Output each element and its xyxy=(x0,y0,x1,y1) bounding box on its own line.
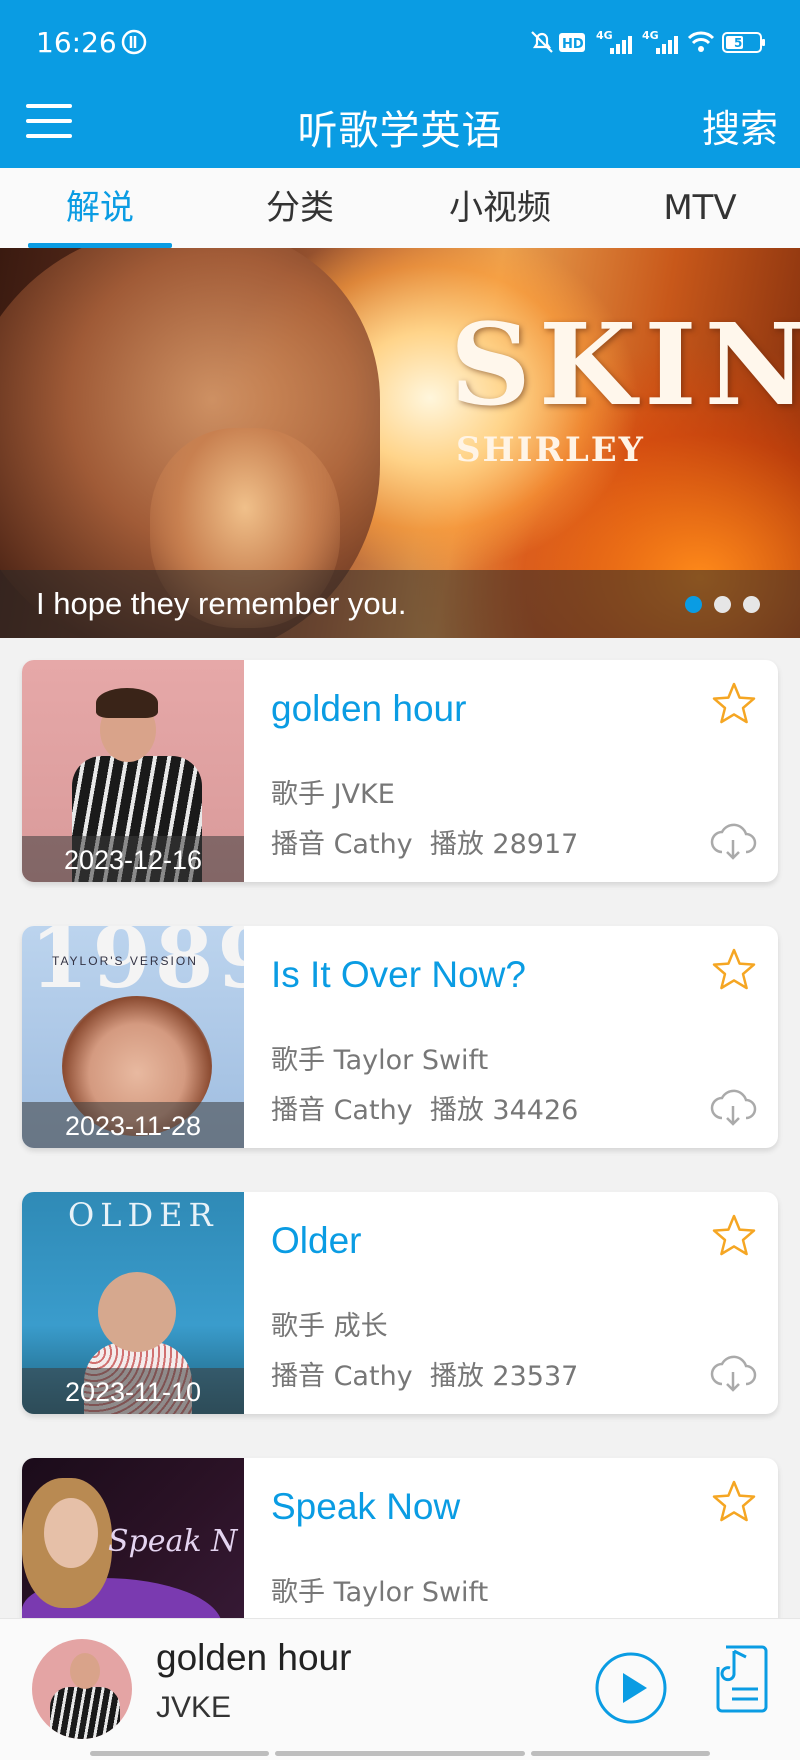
song-meta: 播音 Cathy 播放 28917 xyxy=(271,822,578,861)
search-button[interactable]: 搜索 xyxy=(702,98,778,153)
cloud-download-icon[interactable] xyxy=(708,1352,758,1394)
song-plays: 播放 34426 xyxy=(429,1095,579,1126)
song-meta: 播音 Cathy 播放 34426 xyxy=(271,1088,578,1127)
song-title: Older xyxy=(271,1220,362,1261)
svg-text:4G: 4G xyxy=(596,29,613,42)
carousel-dot-2[interactable] xyxy=(714,596,731,613)
song-card-older[interactable]: OLDER 2023-11-10 Older 歌手 成长 播音 Cathy 播放… xyxy=(22,1192,778,1414)
song-singer: 歌手 成长 xyxy=(271,1311,388,1342)
player-artist: JVKE xyxy=(156,1691,232,1724)
top-bar: 16:26 HD 4G 4G 51 听歌学英语 搜索 xyxy=(0,0,800,168)
svg-text:51: 51 xyxy=(734,36,751,50)
song-cover: OLDER 2023-11-10 xyxy=(22,1192,244,1414)
song-announcer: 播音 Cathy xyxy=(271,1095,413,1126)
song-announcer: 播音 Cathy xyxy=(271,1361,413,1392)
star-outline-icon[interactable] xyxy=(710,946,758,994)
tab-mtv[interactable]: MTV xyxy=(600,168,800,248)
signal-4g-icon-2: 4G xyxy=(642,29,678,54)
song-card-is-it-over-now[interactable]: 1989 TAYLOR'S VERSION 2023-11-28 Is It O… xyxy=(22,926,778,1148)
player-cover xyxy=(32,1639,132,1739)
song-singer: 歌手 JVKE xyxy=(271,779,395,810)
svg-text:4G: 4G xyxy=(642,29,659,42)
song-meta: 播音 Cathy 播放 23537 xyxy=(271,1354,578,1393)
carousel-indicator xyxy=(685,596,760,613)
song-plays: 播放 28917 xyxy=(429,829,579,860)
star-outline-icon[interactable] xyxy=(710,1212,758,1260)
app-bar: 听歌学英语 搜索 xyxy=(0,86,800,168)
song-title: Speak Now xyxy=(271,1486,461,1527)
carousel-dot-3[interactable] xyxy=(743,596,760,613)
banner-carousel[interactable]: SKIN SHIRLEY I hope they remember you. xyxy=(0,248,800,638)
cover-art-text: Speak N xyxy=(108,1524,238,1559)
svg-text:HD: HD xyxy=(562,37,584,52)
song-card-golden-hour[interactable]: 2023-12-16 golden hour 歌手 JVKE 播音 Cathy … xyxy=(22,660,778,882)
carousel-dot-1[interactable] xyxy=(685,596,702,613)
song-cover: 1989 TAYLOR'S VERSION 2023-11-28 xyxy=(22,926,244,1148)
song-date: 2023-11-28 xyxy=(22,1102,244,1148)
cover-art-subtext: TAYLOR'S VERSION xyxy=(52,954,198,968)
star-outline-icon[interactable] xyxy=(710,680,758,728)
mini-player[interactable]: golden hour JVKE xyxy=(0,1618,800,1760)
banner-caption-bar: I hope they remember you. xyxy=(0,570,800,638)
hd-voice-icon: HD xyxy=(559,33,585,52)
battery-icon: 51 xyxy=(722,32,765,53)
status-time: 16:26 xyxy=(36,26,117,59)
player-title: golden hour xyxy=(156,1637,352,1678)
song-date: 2023-12-16 xyxy=(22,836,244,882)
app-notification-icon xyxy=(121,29,147,55)
signal-4g-icon-1: 4G xyxy=(596,29,632,54)
cover-art-text: OLDER xyxy=(68,1196,219,1234)
banner-art-title: SKIN xyxy=(450,300,800,431)
song-cover: 2023-12-16 xyxy=(22,660,244,882)
play-icon[interactable] xyxy=(594,1651,668,1725)
playlist-icon[interactable] xyxy=(714,1643,770,1713)
star-outline-icon[interactable] xyxy=(710,1478,758,1526)
song-card-speak-now[interactable]: Speak N Speak Now 歌手 Taylor Swift xyxy=(22,1458,778,1618)
song-announcer: 播音 Cathy xyxy=(271,829,413,860)
tab-categories[interactable]: 分类 xyxy=(200,168,400,248)
banner-caption: I hope they remember you. xyxy=(36,586,407,621)
banner-art-subtitle: SHIRLEY xyxy=(456,430,645,470)
tab-commentary[interactable]: 解说 xyxy=(0,168,200,248)
song-date: 2023-11-10 xyxy=(22,1368,244,1414)
song-singer: 歌手 Taylor Swift xyxy=(271,1045,489,1076)
status-bar: 16:26 HD 4G 4G 51 xyxy=(0,0,800,86)
song-singer: 歌手 Taylor Swift xyxy=(271,1577,489,1608)
cloud-download-icon[interactable] xyxy=(708,1086,758,1128)
song-title: golden hour xyxy=(271,688,467,729)
song-title: Is It Over Now? xyxy=(271,954,526,995)
app-title: 听歌学英语 xyxy=(297,108,503,154)
song-list: 2023-12-16 golden hour 歌手 JVKE 播音 Cathy … xyxy=(0,638,800,1618)
song-cover: Speak N xyxy=(22,1458,244,1618)
mute-icon xyxy=(531,31,553,53)
gesture-bar xyxy=(90,1751,710,1756)
tab-bar: 解说 分类 小视频 MTV xyxy=(0,168,800,248)
song-plays: 播放 23537 xyxy=(429,1361,579,1392)
cloud-download-icon[interactable] xyxy=(708,820,758,862)
tab-short-videos[interactable]: 小视频 xyxy=(400,168,600,248)
wifi-icon xyxy=(687,31,715,52)
